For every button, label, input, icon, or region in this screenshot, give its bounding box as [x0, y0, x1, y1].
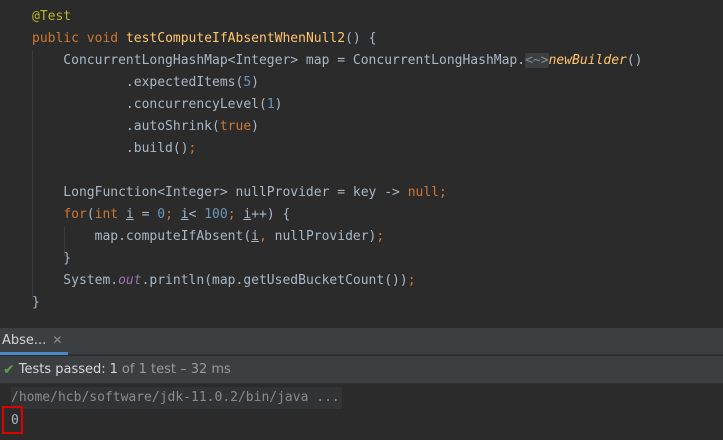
code-token: ;: [227, 207, 244, 222]
code-token: }: [32, 295, 40, 310]
highlight-box: [2, 406, 23, 434]
status-prefix: Tests passed:: [18, 362, 106, 377]
code-token: ;: [439, 185, 447, 200]
code-token: void: [86, 31, 126, 46]
code-line: }: [32, 248, 71, 270]
close-icon[interactable]: ✕: [52, 333, 62, 347]
code-token: for: [63, 207, 87, 222]
code-token: () {: [345, 31, 377, 46]
code-token: ;: [188, 141, 197, 156]
run-tool-window-tabs: Abse... ✕: [0, 328, 723, 355]
code-token: (: [86, 207, 95, 222]
code-line: .autoShrink(true): [32, 116, 259, 138]
code-token: map.computeIfAbsent(: [32, 229, 252, 244]
code-line: .concurrencyLevel(1): [32, 94, 283, 116]
code-token: ,: [258, 229, 275, 244]
code-token: public: [32, 31, 87, 46]
test-status-bar: ✔ Tests passed: 1 of 1 test – 32 ms: [0, 356, 723, 384]
code-line: ConcurrentLongHashMap<Integer> map = Con…: [32, 50, 643, 72]
code-token: 1: [266, 97, 275, 112]
code-token: i: [243, 207, 252, 222]
code-token: ): [251, 75, 259, 90]
code-token: .expectedItems(: [32, 75, 244, 90]
code-line: .expectedItems(5): [32, 72, 259, 94]
code-token: .autoShrink(: [32, 119, 220, 134]
code-token: System.: [32, 273, 119, 288]
code-token: <~>: [525, 53, 549, 68]
code-token: ): [251, 119, 259, 134]
code-token: int: [94, 207, 126, 222]
code-line: for(int i = 0; i< 100; i++) {: [32, 204, 290, 226]
code-token: ;: [165, 207, 181, 222]
code-token: }: [32, 251, 72, 266]
check-icon: ✔: [3, 361, 15, 378]
code-line: map.computeIfAbsent(i, nullProvider);: [32, 226, 385, 248]
code-editor[interactable]: @Test public void testComputeIfAbsentWhen…: [0, 0, 723, 328]
run-tab[interactable]: Abse... ✕: [0, 328, 69, 355]
code-token: @Test: [32, 9, 72, 24]
code-token: .concurrencyLevel(: [32, 97, 267, 112]
code-token: <: [188, 207, 205, 222]
code-token: nullProvider): [274, 229, 377, 244]
code-token: 100: [204, 207, 228, 222]
status-suffix: of 1 test – 32 ms: [121, 362, 231, 377]
code-token: 5: [243, 75, 252, 90]
code-token: .println(map.getUsedBucketCount()): [141, 273, 408, 288]
code-token: i: [180, 207, 189, 222]
code-token: newBuilder: [548, 53, 627, 68]
code-token: testComputeIfAbsentWhenNull2: [125, 31, 346, 46]
code-line: }: [32, 292, 40, 314]
console-output[interactable]: /home/hcb/software/jdk-11.0.2/bin/java .…: [0, 385, 723, 440]
code-line: LongFunction<Integer> nullProvider = key…: [32, 182, 447, 204]
code-token: ++) {: [251, 207, 291, 222]
code-line: @Test: [32, 6, 71, 28]
command-line[interactable]: /home/hcb/software/jdk-11.0.2/bin/java .…: [11, 387, 342, 409]
run-tab-label: Abse...: [2, 332, 47, 348]
code-token: ;: [407, 273, 416, 288]
code-token: =: [133, 207, 158, 222]
code-token: .build(): [32, 141, 189, 156]
code-token: i: [251, 229, 259, 244]
code-token: i: [125, 207, 134, 222]
code-token: null: [407, 185, 439, 200]
code-token: true: [219, 119, 252, 134]
code-token: out: [118, 273, 142, 288]
code-token: 0: [157, 207, 166, 222]
status-count: 1: [109, 362, 118, 377]
code-token: LongFunction<Integer> nullProvider = key…: [32, 185, 408, 200]
code-token: ;: [376, 229, 385, 244]
code-token: ConcurrentLongHashMap<Integer> map = Con…: [32, 53, 526, 68]
code-line: public void testComputeIfAbsentWhenNull2…: [32, 28, 376, 50]
code-line: .build();: [32, 138, 196, 160]
code-line: System.out.println(map.getUsedBucketCoun…: [32, 270, 416, 292]
code-token: ): [274, 97, 283, 112]
code-token: (): [626, 53, 643, 68]
